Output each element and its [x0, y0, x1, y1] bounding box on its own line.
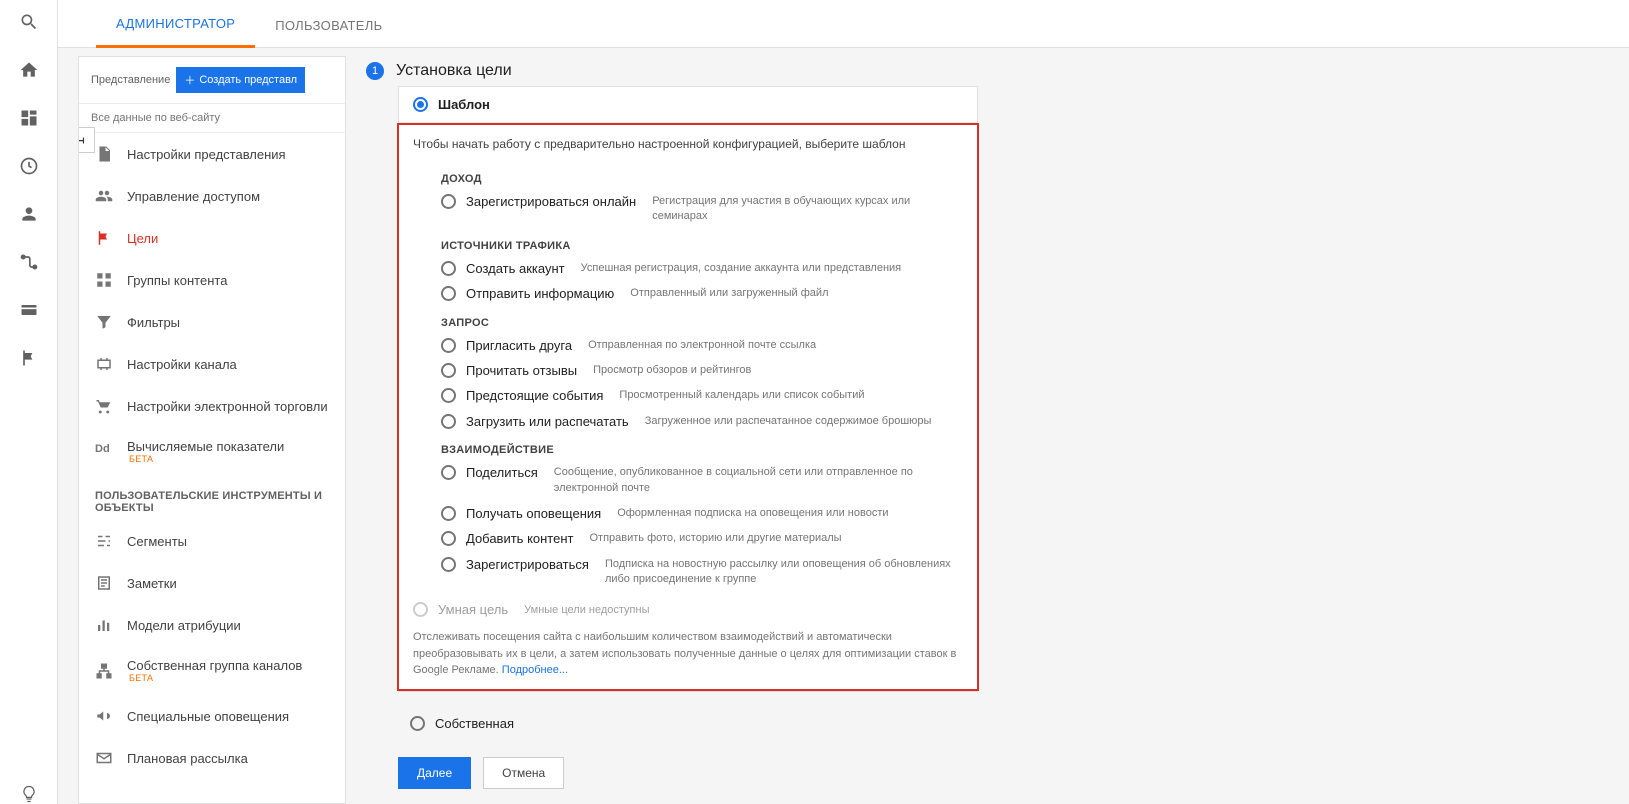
flow-icon[interactable]	[19, 252, 39, 272]
dashboard-icon[interactable]	[19, 108, 39, 128]
groups-icon	[95, 271, 113, 289]
radio-icon	[441, 338, 456, 353]
nav-channel-group[interactable]: Собственная группа каналовБЕТА	[79, 646, 345, 695]
flag-icon[interactable]	[19, 348, 39, 368]
funnel-icon	[95, 313, 113, 331]
nav-user-management[interactable]: Управление доступом	[79, 175, 345, 217]
bulb-icon[interactable]	[19, 784, 39, 804]
nav-goals[interactable]: Цели	[79, 217, 345, 259]
create-view-button[interactable]: ＋Создать представл	[176, 67, 305, 93]
radio-icon	[441, 557, 456, 572]
goal-form-box: Шаблон Чтобы начать работу с предварител…	[398, 86, 978, 692]
dd-icon: Dd	[95, 443, 113, 461]
radio-icon	[441, 388, 456, 403]
nav-filters[interactable]: Фильтры	[79, 301, 345, 343]
opt-download-print[interactable]: Загрузить или распечататьЗагруженное или…	[399, 409, 977, 434]
radio-icon	[441, 531, 456, 546]
radio-icon	[441, 414, 456, 429]
opt-send-info[interactable]: Отправить информациюОтправленный или заг…	[399, 281, 977, 306]
top-tabs: АДМИНИСТРАТОР ПОЛЬЗОВАТЕЛЬ	[58, 0, 1629, 48]
radio-icon	[441, 194, 456, 209]
nav-segments[interactable]: Сегменты	[79, 520, 345, 562]
megaphone-icon	[95, 707, 113, 725]
opt-signup[interactable]: ЗарегистрироватьсяПодписка на новостную …	[399, 552, 977, 593]
bars-icon	[95, 616, 113, 634]
card-icon[interactable]	[19, 300, 39, 320]
radio-icon	[441, 286, 456, 301]
nav-view-settings[interactable]: Настройки представления	[79, 133, 345, 175]
opt-upcoming-events[interactable]: Предстоящие событияПросмотренный календа…	[399, 383, 977, 408]
radio-icon	[441, 363, 456, 378]
nav-section-header: ПОЛЬЗОВАТЕЛЬСКИЕ ИНСТРУМЕНТЫ И ОБЪЕКТЫ	[79, 476, 345, 520]
radio-custom-goal[interactable]: Собственная	[366, 708, 1629, 739]
nav-alerts[interactable]: Специальные оповещения	[79, 695, 345, 737]
template-options-highlight: Чтобы начать работу с предварительно нас…	[397, 123, 979, 691]
nav-channel-settings[interactable]: Настройки канала	[79, 343, 345, 385]
panel-subtitle: Все данные по веб-сайту	[79, 104, 345, 133]
step-1-title: Установка цели	[396, 62, 512, 80]
opt-invite-friend[interactable]: Пригласить другаОтправленная по электрон…	[399, 333, 977, 358]
nav-notes[interactable]: Заметки	[79, 562, 345, 604]
search-icon[interactable]	[19, 12, 39, 32]
group-request: ЗАПРОС	[399, 307, 977, 333]
tab-admin[interactable]: АДМИНИСТРАТОР	[96, 2, 255, 48]
nav-calculated-metrics[interactable]: DdВычисляемые показателиБЕТА	[79, 427, 345, 476]
document-icon	[95, 145, 113, 163]
radio-icon	[441, 261, 456, 276]
radio-icon	[441, 506, 456, 521]
group-revenue: ДОХОД	[399, 163, 977, 189]
nav-attribution[interactable]: Модели атрибуции	[79, 604, 345, 646]
group-interaction: ВЗАИМОДЕЙСТВИЕ	[399, 434, 977, 460]
opt-read-reviews[interactable]: Прочитать отзывыПросмотр обзоров и рейти…	[399, 358, 977, 383]
mail-icon	[95, 749, 113, 767]
cancel-button[interactable]: Отмена	[483, 757, 564, 789]
note-icon	[95, 574, 113, 592]
opt-share[interactable]: ПоделитьсяСообщение, опубликованное в со…	[399, 460, 977, 501]
step-1-badge: 1	[366, 62, 384, 80]
cart-icon	[95, 397, 113, 415]
view-side-panel: ↤ Представление ＋Создать представл Все д…	[78, 56, 346, 804]
radio-smart-goal: Умная цель Умные цели недоступны	[399, 592, 977, 627]
flag-icon	[95, 229, 113, 247]
nav-ecommerce-settings[interactable]: Настройки электронной торговли	[79, 385, 345, 427]
person-icon[interactable]	[19, 204, 39, 224]
nav-content-groups[interactable]: Группы контента	[79, 259, 345, 301]
tree-icon	[95, 662, 113, 680]
left-icon-rail	[0, 0, 58, 804]
radio-template-row[interactable]: Шаблон	[399, 87, 977, 123]
back-arrow-button[interactable]: ↤	[78, 127, 95, 153]
radio-icon	[441, 465, 456, 480]
radio-icon	[410, 716, 425, 731]
template-intro: Чтобы начать работу с предварительно нас…	[399, 125, 977, 163]
opt-create-account[interactable]: Создать аккаунтУспешная регистрация, соз…	[399, 256, 977, 281]
opt-get-alerts[interactable]: Получать оповещенияОформленная подписка …	[399, 501, 977, 526]
smart-goal-description: Отслеживать посещения сайта с наибольшим…	[399, 627, 977, 689]
tab-user[interactable]: ПОЛЬЗОВАТЕЛЬ	[255, 4, 402, 47]
opt-add-content[interactable]: Добавить контентОтправить фото, историю …	[399, 526, 977, 551]
clock-icon[interactable]	[19, 156, 39, 176]
radio-icon	[413, 602, 428, 617]
radio-icon	[413, 97, 428, 112]
smart-goal-more-link[interactable]: Подробнее...	[502, 664, 568, 676]
opt-register-online[interactable]: Зарегистрироваться онлайнРегистрация для…	[399, 189, 977, 230]
panel-head-label: Представление	[91, 74, 170, 86]
goal-setup-area: 1 Установка цели Шаблон Чтобы начать раб…	[346, 48, 1629, 804]
people-icon	[95, 187, 113, 205]
group-traffic: ИСТОЧНИКИ ТРАФИКА	[399, 230, 977, 256]
nav-scheduled-emails[interactable]: Плановая рассылка	[79, 737, 345, 779]
next-button[interactable]: Далее	[398, 757, 471, 789]
home-icon[interactable]	[19, 60, 39, 80]
channel-icon	[95, 355, 113, 373]
segments-icon	[95, 532, 113, 550]
